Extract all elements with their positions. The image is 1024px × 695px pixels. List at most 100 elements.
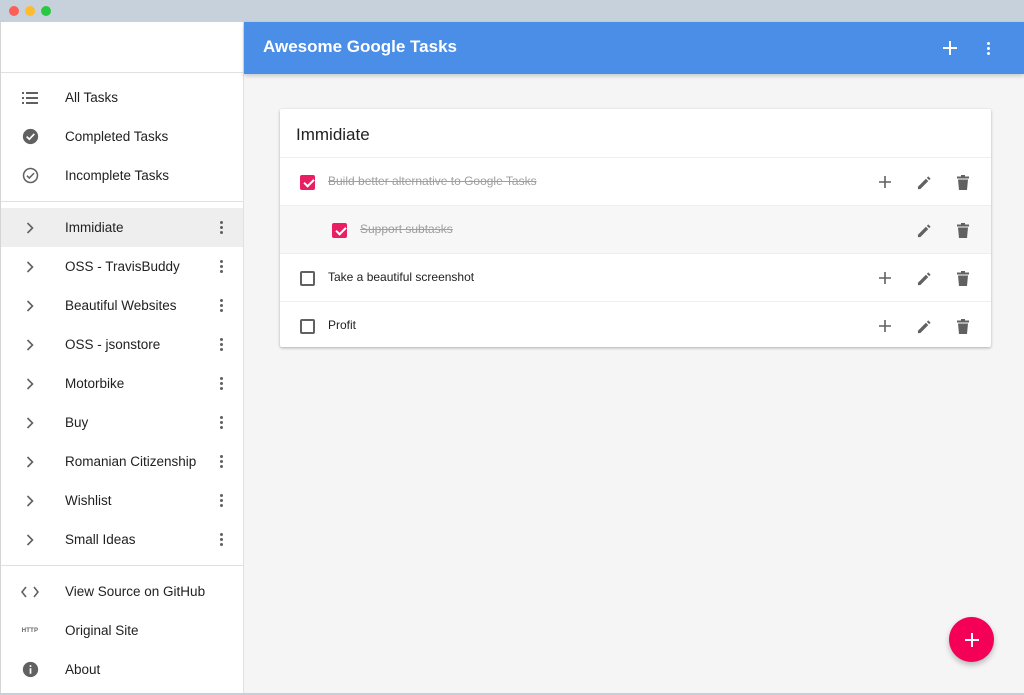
trash-icon xyxy=(957,174,969,190)
more-vert-icon xyxy=(219,455,223,468)
subtask-row: Support subtasks xyxy=(280,205,991,253)
chevron-right-icon xyxy=(21,531,39,549)
task-checkbox[interactable] xyxy=(300,319,315,334)
add-subtask-button[interactable] xyxy=(873,314,897,338)
delete-task-button[interactable] xyxy=(951,314,975,338)
chevron-right-icon xyxy=(21,414,39,432)
nav-all-tasks[interactable]: All Tasks xyxy=(1,78,243,117)
list-label: Motorbike xyxy=(65,376,125,391)
minimize-window-button[interactable] xyxy=(25,6,35,16)
list-more-button[interactable] xyxy=(211,411,231,435)
chevron-right-icon xyxy=(21,336,39,354)
filter-group: All Tasks Completed Tasks Incomplete Tas… xyxy=(1,73,243,202)
list-label: Wishlist xyxy=(65,493,112,508)
nav-incomplete-tasks[interactable]: Incomplete Tasks xyxy=(1,156,243,195)
edit-task-button[interactable] xyxy=(912,170,936,194)
edit-task-button[interactable] xyxy=(912,218,936,242)
task-checkbox[interactable] xyxy=(332,223,347,238)
sidebar-list-item[interactable]: Buy xyxy=(1,403,243,442)
maximize-window-button[interactable] xyxy=(41,6,51,16)
task-checkbox[interactable] xyxy=(300,271,315,286)
more-vert-icon xyxy=(219,377,223,390)
chevron-right-icon xyxy=(21,492,39,510)
nav-label: View Source on GitHub xyxy=(65,584,206,599)
list-label: Small Ideas xyxy=(65,532,136,547)
trash-icon xyxy=(957,318,969,334)
task-text[interactable]: Build better alternative to Google Tasks xyxy=(328,174,537,188)
sidebar-list-item[interactable]: Wishlist xyxy=(1,481,243,520)
task-checkbox[interactable] xyxy=(300,175,315,190)
chevron-right-icon xyxy=(21,297,39,315)
sidebar: All Tasks Completed Tasks Incomplete Tas… xyxy=(0,22,244,693)
chevron-right-icon xyxy=(21,219,39,237)
nav-original-site[interactable]: HTTP Original Site xyxy=(1,611,243,650)
sidebar-list-item[interactable]: Beautiful Websites xyxy=(1,286,243,325)
more-vert-icon xyxy=(219,338,223,351)
pencil-icon xyxy=(917,271,931,285)
list-label: Romanian Citizenship xyxy=(65,454,197,469)
pencil-icon xyxy=(917,175,931,189)
plus-icon xyxy=(879,272,891,284)
delete-task-button[interactable] xyxy=(951,170,975,194)
sidebar-list-item[interactable]: Romanian Citizenship xyxy=(1,442,243,481)
pencil-icon xyxy=(917,223,931,237)
task-text[interactable]: Profit xyxy=(328,318,356,332)
sidebar-list-item[interactable]: Immidiate xyxy=(1,208,243,247)
list-label: Buy xyxy=(65,415,89,430)
list-more-button[interactable] xyxy=(211,528,231,552)
list-more-button[interactable] xyxy=(211,372,231,396)
list-icon xyxy=(21,89,39,107)
check-circle-outline-icon xyxy=(21,167,39,185)
chevron-right-icon xyxy=(21,453,39,471)
task-list-card: Immidiate Build better alternative to Go… xyxy=(280,109,991,347)
app-bar: Awesome Google Tasks xyxy=(244,22,1024,74)
sidebar-list-item[interactable]: Motorbike xyxy=(1,364,243,403)
list-label: OSS - TravisBuddy xyxy=(65,259,180,274)
edit-task-button[interactable] xyxy=(912,266,936,290)
sidebar-header xyxy=(1,22,243,73)
list-more-button[interactable] xyxy=(211,216,231,240)
edit-task-button[interactable] xyxy=(912,314,936,338)
pencil-icon xyxy=(917,319,931,333)
task-text[interactable]: Support subtasks xyxy=(360,222,453,236)
more-vert-icon xyxy=(219,299,223,312)
add-list-button[interactable] xyxy=(938,36,962,60)
more-menu-button[interactable] xyxy=(978,36,998,60)
task-text[interactable]: Take a beautiful screenshot xyxy=(328,270,474,284)
add-subtask-button[interactable] xyxy=(873,266,897,290)
list-more-button[interactable] xyxy=(211,294,231,318)
more-vert-icon xyxy=(219,221,223,234)
list-more-button[interactable] xyxy=(211,450,231,474)
nav-completed-tasks[interactable]: Completed Tasks xyxy=(1,117,243,156)
app-title: Awesome Google Tasks xyxy=(263,37,457,56)
check-circle-filled-icon xyxy=(21,128,39,146)
nav-label: Original Site xyxy=(65,623,139,638)
add-subtask-button[interactable] xyxy=(873,170,897,194)
info-icon xyxy=(21,661,39,679)
close-window-button[interactable] xyxy=(9,6,19,16)
list-label: OSS - jsonstore xyxy=(65,337,161,352)
trash-icon xyxy=(957,270,969,286)
more-vert-icon xyxy=(219,416,223,429)
more-vert-icon xyxy=(986,41,990,55)
plus-icon xyxy=(879,176,891,188)
sidebar-list-item[interactable]: OSS - TravisBuddy xyxy=(1,247,243,286)
list-more-button[interactable] xyxy=(211,333,231,357)
more-vert-icon xyxy=(219,260,223,273)
plus-icon xyxy=(943,41,957,55)
links-group: View Source on GitHub HTTP Original Site… xyxy=(1,566,243,695)
list-more-button[interactable] xyxy=(211,255,231,279)
list-more-button[interactable] xyxy=(211,489,231,513)
more-vert-icon xyxy=(219,494,223,507)
nav-about[interactable]: About xyxy=(1,650,243,689)
sidebar-list-item[interactable]: Small Ideas xyxy=(1,520,243,559)
list-title: Immidiate xyxy=(296,125,370,144)
task-row: Profit xyxy=(280,301,991,349)
nav-view-source[interactable]: View Source on GitHub xyxy=(1,572,243,611)
sidebar-list-item[interactable]: OSS - jsonstore xyxy=(1,325,243,364)
delete-task-button[interactable] xyxy=(951,218,975,242)
add-task-fab[interactable] xyxy=(949,617,994,662)
delete-task-button[interactable] xyxy=(951,266,975,290)
chevron-right-icon xyxy=(21,258,39,276)
task-row: Take a beautiful screenshot xyxy=(280,253,991,301)
